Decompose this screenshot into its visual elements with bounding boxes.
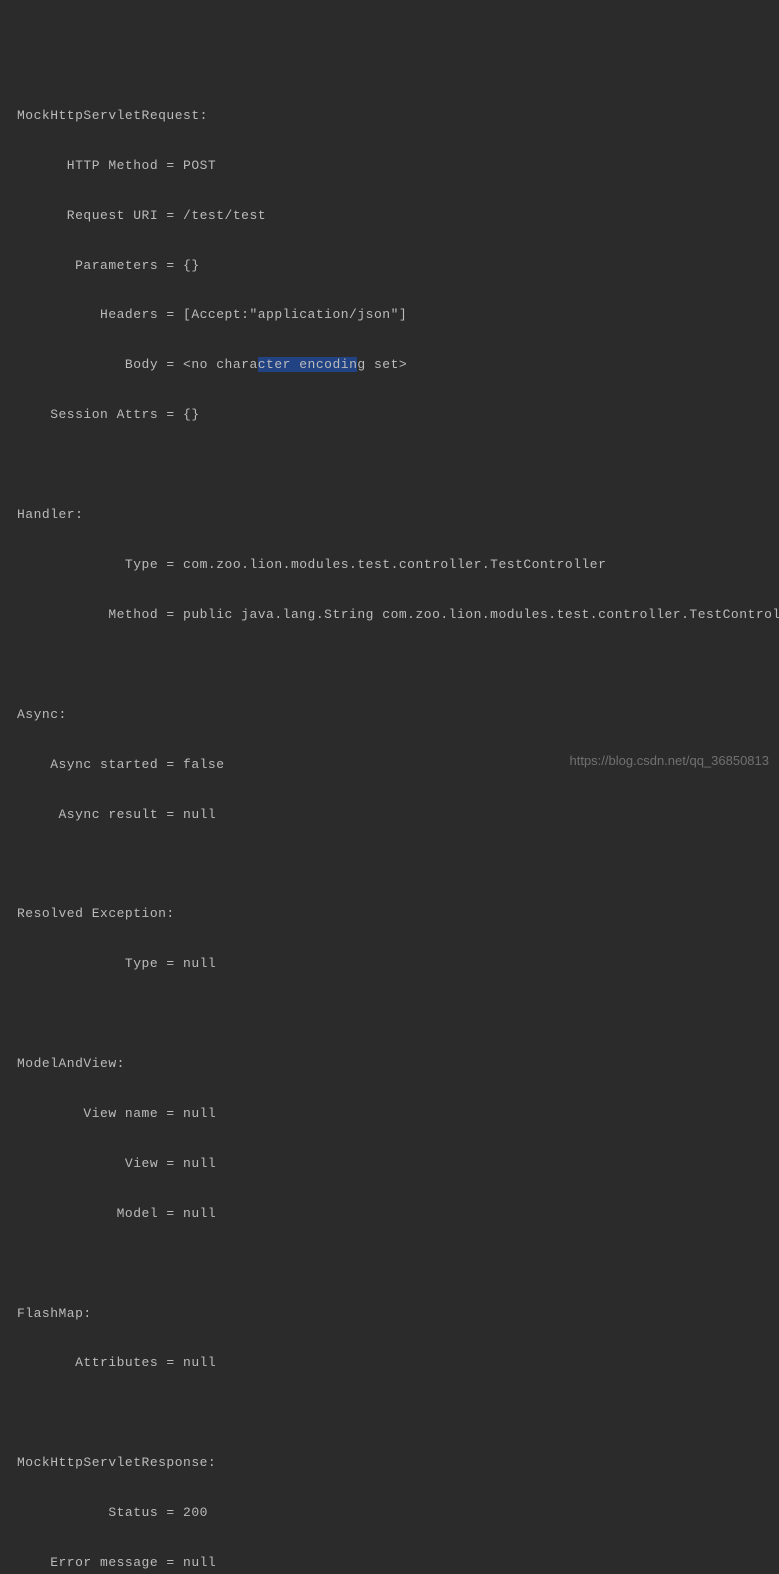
log-line-body: Body = <no character encoding set> (0, 353, 779, 378)
value: false (183, 757, 225, 772)
value-pre: <no chara (183, 357, 258, 372)
log-line-resolved-exception-type: Type = null (0, 952, 779, 977)
log-line-blank (0, 852, 779, 877)
text: ModelAndView: (17, 1056, 125, 1071)
log-line-session-attrs: Session Attrs = {} (0, 403, 779, 428)
log-line-mav-model: Model = null (0, 1202, 779, 1227)
log-line-resolved-exception-header: Resolved Exception: (0, 902, 779, 927)
text: Async: (17, 707, 67, 722)
value-highlight: cter encodin (258, 357, 358, 372)
log-line-flashmap-header: FlashMap: (0, 1302, 779, 1327)
log-line-blank (0, 1252, 779, 1277)
log-line-response-header: MockHttpServletResponse: (0, 1451, 779, 1476)
label: Async started = (17, 757, 183, 772)
log-line-mav-header: ModelAndView: (0, 1052, 779, 1077)
value: {} (183, 407, 200, 422)
label: HTTP Method = (17, 158, 183, 173)
text: FlashMap: (17, 1306, 92, 1321)
label: Model = (17, 1206, 183, 1221)
value: public java.lang.String com.zoo.lion.mod… (183, 607, 779, 622)
label: Error message = (17, 1555, 183, 1570)
value: POST (183, 158, 216, 173)
label: Attributes = (17, 1355, 183, 1370)
value-post: g set> (357, 357, 407, 372)
log-line-blank (0, 453, 779, 478)
log-line-http-method: HTTP Method = POST (0, 154, 779, 179)
value: null (183, 1555, 216, 1570)
value: null (183, 1355, 216, 1370)
label: Type = (17, 557, 183, 572)
value: {} (183, 258, 200, 273)
value: null (183, 1156, 216, 1171)
log-line-mav-viewname: View name = null (0, 1102, 779, 1127)
value: null (183, 807, 216, 822)
label: View = (17, 1156, 183, 1171)
log-line-response-error: Error message = null (0, 1551, 779, 1574)
log-line-async-result: Async result = null (0, 803, 779, 828)
log-line-headers: Headers = [Accept:"application/json"] (0, 303, 779, 328)
label: Request URI = (17, 208, 183, 223)
log-line-mav-view: View = null (0, 1152, 779, 1177)
log-line-blank (0, 653, 779, 678)
value: com.zoo.lion.modules.test.controller.Tes… (183, 557, 606, 572)
text: MockHttpServletResponse: (17, 1455, 216, 1470)
text: Handler: (17, 507, 83, 522)
label: Body = (17, 357, 183, 372)
value: null (183, 1106, 216, 1121)
label: View name = (17, 1106, 183, 1121)
label: Status = (17, 1505, 183, 1520)
value: [Accept:"application/json"] (183, 307, 407, 322)
log-line-handler-type: Type = com.zoo.lion.modules.test.control… (0, 553, 779, 578)
log-line-request-uri: Request URI = /test/test (0, 204, 779, 229)
log-line-handler-header: Handler: (0, 503, 779, 528)
label: Session Attrs = (17, 407, 183, 422)
log-line-handler-method: Method = public java.lang.String com.zoo… (0, 603, 779, 628)
text: Resolved Exception: (17, 906, 175, 921)
value: null (183, 956, 216, 971)
label: Headers = (17, 307, 183, 322)
log-line-flashmap-attrs: Attributes = null (0, 1351, 779, 1376)
value: /test/test (183, 208, 266, 223)
log-line-response-status: Status = 200 (0, 1501, 779, 1526)
value: 200 (183, 1505, 208, 1520)
value: null (183, 1206, 216, 1221)
label: Parameters = (17, 258, 183, 273)
log-line-blank (0, 1002, 779, 1027)
log-line-blank (0, 1401, 779, 1426)
label: Method = (17, 607, 183, 622)
label: Async result = (17, 807, 183, 822)
watermark-text: https://blog.csdn.net/qq_36850813 (570, 749, 770, 774)
log-line-parameters: Parameters = {} (0, 254, 779, 279)
log-line-request-header: MockHttpServletRequest: (0, 104, 779, 129)
log-line-async-header: Async: (0, 703, 779, 728)
text: MockHttpServletRequest: (17, 108, 208, 123)
label: Type = (17, 956, 183, 971)
